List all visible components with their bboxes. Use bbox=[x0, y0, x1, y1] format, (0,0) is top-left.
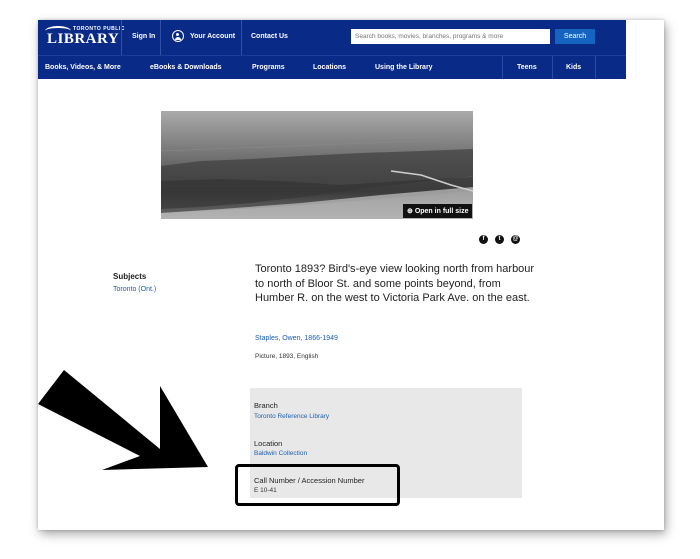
pointer-arrow-annotation bbox=[38, 370, 208, 470]
